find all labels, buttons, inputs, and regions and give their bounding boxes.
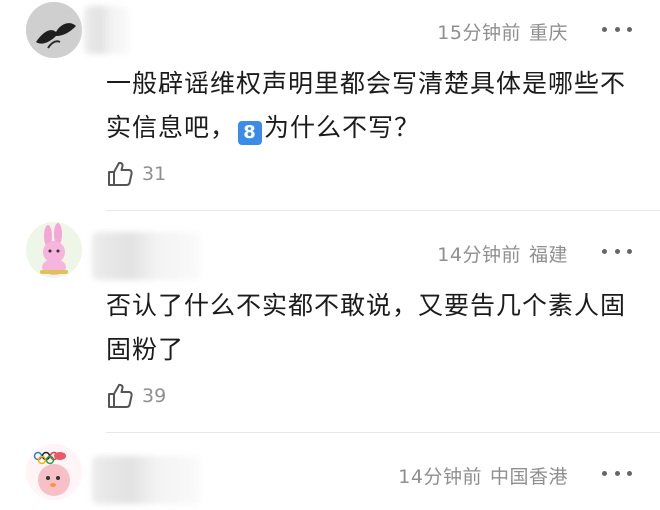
comment-location: 重庆 <box>528 22 568 44</box>
comment-time: 15分钟前 <box>437 22 521 44</box>
more-options-icon[interactable] <box>602 246 632 256</box>
more-options-icon[interactable] <box>602 24 632 34</box>
more-options-icon[interactable] <box>602 468 632 478</box>
comment-meta: 14分钟前 中国香港 <box>398 462 568 489</box>
comment-text: 一般辟谣维权声明里都会写清楚具体是哪些不实信息吧， 8 为什么不写？ <box>106 69 627 145</box>
like-button[interactable]: 31 <box>106 160 166 188</box>
comment-time: 14分钟前 <box>398 466 482 488</box>
avatar[interactable] <box>26 2 82 58</box>
number-badge: 8 <box>238 121 263 145</box>
avatar[interactable] <box>26 222 82 278</box>
username-blurred[interactable] <box>92 232 200 280</box>
comment-meta: 14分钟前 福建 <box>437 240 568 267</box>
comment-time: 14分钟前 <box>437 244 521 266</box>
comment-location: 福建 <box>528 244 568 266</box>
comment-meta: 15分钟前 重庆 <box>437 18 568 45</box>
username-blurred[interactable] <box>92 456 200 504</box>
butterfly-avatar-icon <box>26 2 82 58</box>
comment-location: 中国香港 <box>489 466 568 488</box>
like-count: 31 <box>142 163 167 185</box>
pink-bird-olympic-avatar-icon <box>26 444 82 500</box>
divider <box>106 210 660 211</box>
thumbs-up-icon <box>108 383 133 408</box>
like-count: 39 <box>142 385 167 407</box>
divider <box>106 432 660 433</box>
comment-text: 否认了什么不实都不敢说，又要告几个素人固固粉了 <box>106 291 627 364</box>
like-button[interactable]: 39 <box>106 382 166 410</box>
thumbs-up-icon <box>108 161 133 186</box>
pink-bunny-avatar-icon <box>26 222 82 278</box>
avatar[interactable] <box>26 444 82 500</box>
username-blurred[interactable] <box>84 6 130 54</box>
